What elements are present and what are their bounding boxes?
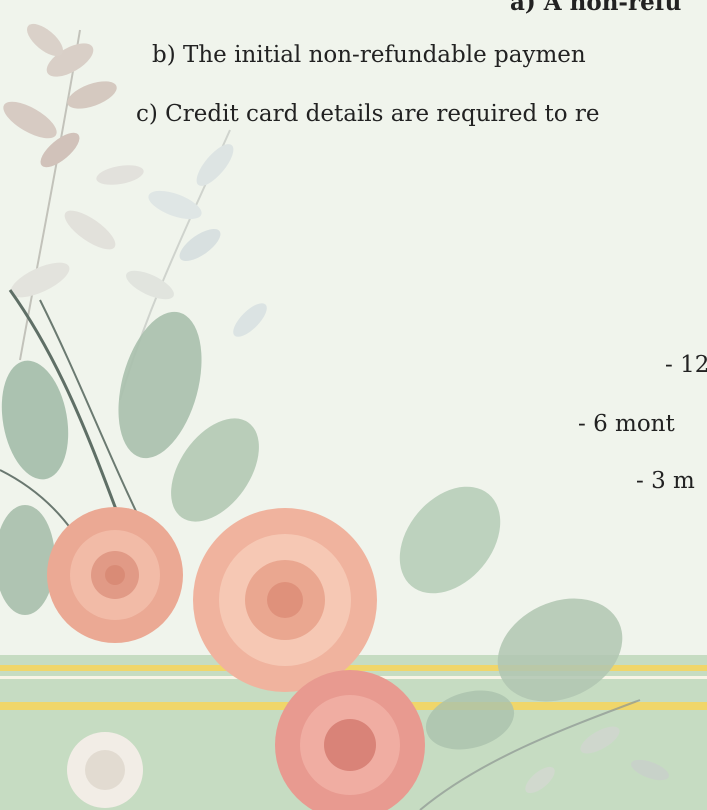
invitation-page: a) A non-refu b) The initial non-refunda… [0, 0, 707, 810]
faded-sprigs [3, 23, 267, 401]
roses [47, 507, 425, 810]
floral-decoration [0, 23, 669, 810]
